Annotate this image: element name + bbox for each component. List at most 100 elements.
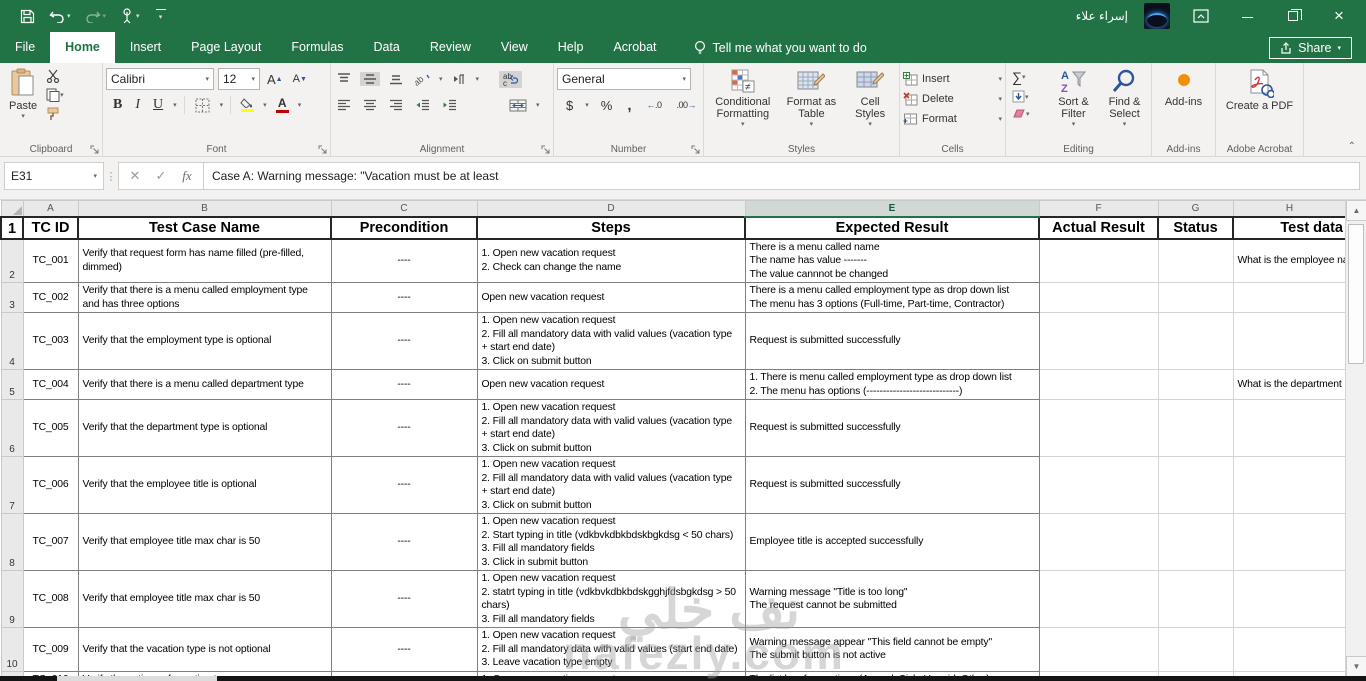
cell-expected-result[interactable]: Warning message "Title is too long" The … (744, 570, 1040, 628)
align-left-button[interactable] (334, 98, 354, 112)
customize-qat-button[interactable]: ▾ (154, 8, 168, 24)
tab-data[interactable]: Data (358, 32, 414, 63)
cell-steps[interactable]: 1. Open new vacation request 2. Fill all… (476, 627, 746, 672)
row-header-7[interactable]: 7 (0, 456, 24, 514)
cell-tc-id[interactable]: TC_001 (22, 238, 79, 283)
cell-test-case-name[interactable]: Verify that there is a menu called emplo… (77, 282, 332, 313)
collapse-ribbon-button[interactable]: ⌃ (1348, 141, 1356, 152)
format-cells-button[interactable]: Format ▾ (903, 109, 1002, 129)
cell-test-data[interactable] (1232, 399, 1345, 457)
align-center-button[interactable] (360, 98, 380, 112)
header-cell-expected-result[interactable]: Expected Result (744, 215, 1040, 240)
cell-test-data[interactable]: What is the employee na (1232, 238, 1345, 283)
cell-test-data[interactable] (1232, 282, 1345, 313)
cell-precondition[interactable]: ---- (330, 456, 478, 514)
cell-steps[interactable]: Open new vacation request (476, 369, 746, 400)
formula-input[interactable]: Case A: Warning message: "Vacation must … (203, 162, 1360, 190)
tab-file[interactable]: File (0, 32, 50, 63)
middle-align-button[interactable] (360, 72, 380, 86)
tab-formulas[interactable]: Formulas (276, 32, 358, 63)
cell-tc-id[interactable]: TC_004 (22, 369, 79, 400)
row-header-6[interactable]: 6 (0, 399, 24, 457)
cell-actual-result[interactable] (1038, 399, 1159, 457)
column-header-b[interactable]: B (77, 200, 332, 217)
align-right-button[interactable] (386, 98, 406, 112)
delete-cells-button[interactable]: Delete ▾ (903, 89, 1002, 109)
scroll-up-icon[interactable]: ▲ (1346, 200, 1366, 221)
font-name-select[interactable]: Calibri ▾ (106, 68, 214, 90)
number-format-select[interactable]: General ▾ (557, 68, 691, 90)
cell-actual-result[interactable] (1038, 513, 1159, 571)
row-header-4[interactable]: 4 (0, 312, 24, 370)
cell-actual-result[interactable] (1038, 312, 1159, 370)
cell-status[interactable] (1157, 399, 1234, 457)
cell-expected-result[interactable]: 1. There is menu called employment type … (744, 369, 1040, 400)
create-pdf-button[interactable]: Create a PDF (1219, 66, 1300, 114)
alignment-dialog-launcher[interactable] (541, 145, 550, 154)
cell-steps[interactable]: 1. Open new vacation request 2. Check ca… (476, 238, 746, 283)
cell-expected-result[interactable]: Warning message appear "This field canno… (744, 627, 1040, 672)
cell-tc-id[interactable]: TC_008 (22, 570, 79, 628)
increase-font-size-button[interactable]: A ▲ (264, 71, 286, 88)
tab-insert[interactable]: Insert (115, 32, 176, 63)
cell-tc-id[interactable]: TC_006 (22, 456, 79, 514)
addins-button[interactable]: Add-ins (1155, 66, 1212, 110)
tab-view[interactable]: View (486, 32, 543, 63)
cell-status[interactable] (1157, 627, 1234, 672)
user-name[interactable]: إسراء علاء (1076, 9, 1128, 23)
cell-actual-result[interactable] (1038, 369, 1159, 400)
clipboard-dialog-launcher[interactable] (90, 145, 99, 154)
cell-test-data[interactable] (1232, 627, 1345, 672)
cancel-entry-icon[interactable]: ✕ (123, 168, 147, 184)
user-avatar[interactable] (1144, 3, 1170, 29)
tab-help[interactable]: Help (543, 32, 599, 63)
merge-center-button[interactable] (506, 98, 530, 113)
cell-precondition[interactable]: ---- (330, 369, 478, 400)
cell-status[interactable] (1157, 282, 1234, 313)
save-icon[interactable] (20, 9, 35, 24)
cell-steps[interactable]: 1. Open new vacation request 2. Fill all… (476, 456, 746, 514)
cell-tc-id[interactable]: TC_007 (22, 513, 79, 571)
number-dialog-launcher[interactable] (691, 145, 700, 154)
touch-mouse-mode-button[interactable]: ▾ (120, 8, 140, 24)
cell-test-data[interactable] (1232, 570, 1345, 628)
header-cell-status[interactable]: Status (1157, 215, 1234, 240)
scrollbar-thumb[interactable] (1348, 224, 1364, 364)
bold-button[interactable]: B (110, 96, 125, 114)
header-cell-tc-id[interactable]: TC ID (22, 215, 79, 240)
cell-actual-result[interactable] (1038, 627, 1159, 672)
cell-precondition[interactable]: ---- (330, 399, 478, 457)
tell-me-box[interactable]: Tell me what you want to do (694, 32, 867, 63)
column-header-a[interactable]: A (22, 200, 79, 217)
bottom-align-button[interactable] (386, 72, 406, 86)
cell-status[interactable] (1157, 513, 1234, 571)
ribbon-display-options-icon[interactable] (1186, 9, 1216, 23)
cell-status[interactable] (1157, 456, 1234, 514)
cell-expected-result[interactable]: Request is submitted successfully (744, 399, 1040, 457)
cell-precondition[interactable]: ---- (330, 570, 478, 628)
cell-precondition[interactable]: ---- (330, 238, 478, 283)
cell-tc-id[interactable]: TC_009 (22, 627, 79, 672)
cell-actual-result[interactable] (1038, 456, 1159, 514)
cell-test-data[interactable] (1232, 312, 1345, 370)
row-header-10[interactable]: 10 (0, 627, 24, 672)
insert-function-icon[interactable]: fx (175, 168, 199, 184)
cell-test-case-name[interactable]: Verify that employee title max char is 5… (77, 570, 332, 628)
accounting-format-button[interactable]: $ (563, 97, 576, 114)
row-header-8[interactable]: 8 (0, 513, 24, 571)
cut-button[interactable] (43, 68, 67, 84)
share-button[interactable]: Share ▾ (1269, 36, 1352, 59)
decrease-decimal-button[interactable]: .00 → (674, 99, 700, 111)
cell-test-data[interactable]: What is the department n (1232, 369, 1345, 400)
column-header-c[interactable]: C (330, 200, 478, 217)
wrap-text-button[interactable]: ab c (499, 70, 523, 88)
decrease-indent-button[interactable] (412, 98, 433, 112)
fill-button[interactable]: ▾ (1009, 89, 1046, 104)
font-color-button[interactable]: A (274, 97, 291, 114)
increase-decimal-button[interactable]: ← .0 (643, 99, 664, 111)
cell-expected-result[interactable]: There is a menu called name The name has… (744, 238, 1040, 283)
font-dialog-launcher[interactable] (318, 145, 327, 154)
cell-tc-id[interactable]: TC_005 (22, 399, 79, 457)
row-header-1[interactable]: 1 (0, 215, 24, 240)
format-painter-button[interactable] (43, 106, 67, 122)
